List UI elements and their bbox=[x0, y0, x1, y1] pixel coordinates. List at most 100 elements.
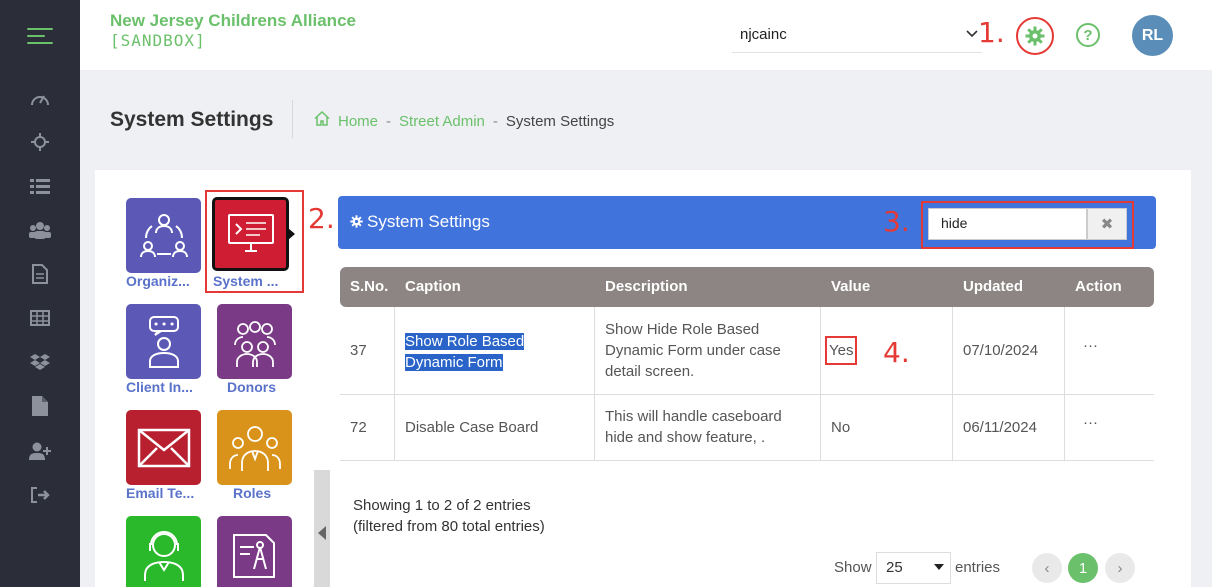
home-icon[interactable] bbox=[314, 110, 330, 131]
users-icon[interactable] bbox=[28, 219, 52, 241]
user-avatar[interactable]: RL bbox=[1132, 15, 1173, 56]
organization-select[interactable]: njcainc bbox=[732, 20, 982, 53]
tile-label-roles: Roles bbox=[233, 485, 272, 501]
logout-icon[interactable] bbox=[28, 484, 52, 506]
help-button[interactable]: ? bbox=[1076, 23, 1100, 47]
cell-value: No bbox=[821, 395, 953, 460]
cell-sno: 72 bbox=[340, 395, 395, 460]
caret-left-icon bbox=[318, 526, 326, 540]
annotation-2: 2. bbox=[308, 202, 335, 235]
breadcrumb-home-link[interactable]: Home bbox=[338, 113, 378, 130]
hamburger-menu-icon[interactable] bbox=[27, 28, 53, 49]
client-chat-icon bbox=[148, 315, 179, 368]
entries-label: entries bbox=[955, 559, 1001, 576]
clear-search-button[interactable]: ✖ bbox=[1087, 208, 1127, 240]
column-header-sno[interactable]: S.No. bbox=[350, 278, 388, 295]
top-header: New Jersey Childrens Alliance [SANDBOX] … bbox=[80, 0, 1212, 70]
cell-updated: 07/10/2024 bbox=[953, 307, 1065, 394]
cell-description: This will handle caseboard hide and show… bbox=[595, 395, 821, 460]
table-row: 72 Disable Case Board This will handle c… bbox=[340, 395, 1154, 461]
breadcrumb-current: System Settings bbox=[505, 112, 615, 130]
support-agent-icon bbox=[143, 530, 184, 581]
caption-line: Dynamic Form bbox=[405, 354, 503, 371]
pagination-prev-button[interactable]: ‹ bbox=[1032, 553, 1062, 583]
column-header-caption[interactable]: Caption bbox=[405, 278, 461, 295]
breadcrumb-street-admin-link[interactable]: Street Admin bbox=[399, 113, 485, 130]
brand-title: New Jersey Childrens Alliance [SANDBOX] bbox=[110, 11, 356, 51]
tile-label-organization: Organiz... bbox=[126, 273, 190, 289]
caret-down-icon bbox=[934, 562, 944, 573]
filtered-count: (filtered from 80 total entries) bbox=[353, 518, 545, 535]
organization-select-value: njcainc bbox=[740, 26, 787, 43]
description-line: Dynamic Form under case bbox=[605, 342, 781, 359]
tile-organization[interactable] bbox=[126, 198, 201, 273]
tile-documents[interactable] bbox=[217, 516, 292, 587]
column-header-value[interactable]: Value bbox=[831, 278, 870, 295]
tile-selected-pointer bbox=[288, 228, 295, 240]
description-line: Show Hide Role Based bbox=[605, 321, 760, 338]
gear-icon bbox=[1025, 26, 1045, 46]
crosshair-icon[interactable] bbox=[28, 131, 52, 153]
chevron-down-icon bbox=[966, 26, 978, 41]
avatar-initials: RL bbox=[1141, 26, 1164, 44]
brand-name: New Jersey Childrens Alliance bbox=[110, 11, 356, 30]
row-actions-menu[interactable]: ··· bbox=[1065, 307, 1154, 394]
page-title: System Settings bbox=[110, 108, 274, 131]
document-compass-icon bbox=[232, 533, 275, 578]
collapse-tiles-button[interactable] bbox=[314, 470, 330, 587]
breadcrumb-separator: - bbox=[386, 112, 392, 130]
question-icon: ? bbox=[1083, 26, 1093, 44]
description-line: hide and show feature, . bbox=[605, 429, 766, 446]
cell-sno: 37 bbox=[340, 307, 395, 394]
page-length-value: 25 bbox=[886, 559, 903, 576]
add-user-icon[interactable] bbox=[28, 440, 52, 462]
breadcrumb: Home - Street Admin - System Settings bbox=[314, 110, 615, 131]
page-length-select[interactable]: 25 bbox=[876, 552, 951, 584]
column-header-updated[interactable]: Updated bbox=[963, 278, 1023, 295]
table-info: Showing 1 to 2 of 2 entries (filtered fr… bbox=[353, 495, 545, 537]
donors-group-icon bbox=[233, 320, 276, 367]
column-header-action[interactable]: Action bbox=[1075, 278, 1122, 295]
close-icon: ✖ bbox=[1100, 216, 1114, 233]
pagination-page-1[interactable]: 1 bbox=[1068, 553, 1098, 583]
left-sidebar bbox=[0, 0, 80, 587]
settings-gear-button[interactable] bbox=[1016, 17, 1054, 55]
list-icon[interactable] bbox=[28, 175, 52, 197]
document-lines-icon[interactable] bbox=[28, 263, 52, 285]
envelope-icon bbox=[137, 428, 190, 467]
title-divider bbox=[292, 100, 293, 138]
dropbox-icon[interactable] bbox=[28, 351, 52, 373]
panel-title: System Settings bbox=[367, 212, 490, 231]
cell-updated: 06/11/2024 bbox=[953, 395, 1065, 460]
table-icon[interactable] bbox=[28, 307, 52, 329]
caption-line: Show Role Based bbox=[405, 333, 525, 350]
tile-label-email-templates: Email Te... bbox=[126, 485, 195, 501]
description-line: This will handle caseboard bbox=[605, 408, 782, 425]
cell-description: Show Hide Role Based Dynamic Form under … bbox=[595, 307, 821, 394]
org-cycle-icon bbox=[139, 213, 188, 257]
dashboard-icon[interactable] bbox=[28, 88, 52, 110]
search-input[interactable]: hide bbox=[928, 208, 1087, 240]
tile-client-info[interactable] bbox=[126, 304, 201, 379]
row-actions-menu[interactable]: ··· bbox=[1065, 395, 1154, 460]
brand-environment: [SANDBOX] bbox=[110, 31, 206, 50]
show-label: Show bbox=[834, 559, 872, 576]
description-line: detail screen. bbox=[605, 363, 695, 380]
table-row: 37 Show Role Based Dynamic Form Show Hid… bbox=[340, 307, 1154, 395]
pagination-next-button[interactable]: › bbox=[1105, 553, 1135, 583]
breadcrumb-separator: - bbox=[492, 112, 498, 130]
column-header-description[interactable]: Description bbox=[605, 278, 688, 295]
tile-donors[interactable] bbox=[217, 304, 292, 379]
tile-email-templates[interactable] bbox=[126, 410, 201, 485]
annotation-box-search: hide ✖ bbox=[921, 201, 1134, 249]
file-icon[interactable] bbox=[28, 395, 52, 417]
tile-system-settings[interactable] bbox=[212, 197, 289, 271]
tile-roles[interactable] bbox=[217, 410, 292, 485]
tile-support[interactable] bbox=[126, 516, 201, 587]
cell-caption: Disable Case Board bbox=[395, 395, 595, 460]
cog-icon bbox=[350, 213, 363, 233]
annotation-1: 1. bbox=[978, 16, 1005, 49]
monitor-settings-icon bbox=[227, 214, 274, 252]
annotation-4: 4. bbox=[883, 336, 910, 369]
table-header: S.No. Caption Description Value Updated … bbox=[340, 267, 1154, 307]
